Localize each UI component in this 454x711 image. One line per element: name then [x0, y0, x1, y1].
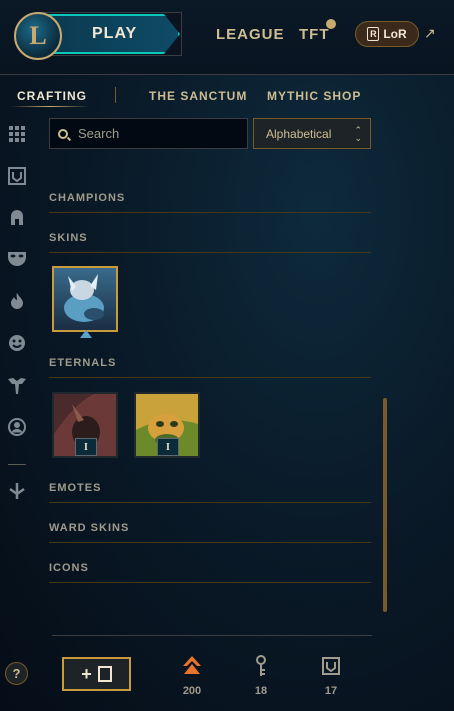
play-button[interactable]: PLAY — [46, 14, 180, 54]
grid-icon[interactable] — [6, 123, 28, 145]
external-link-icon[interactable]: ↗ — [424, 25, 436, 42]
section-champions[interactable]: CHAMPIONS — [49, 192, 371, 213]
add-chest-button[interactable]: + — [62, 657, 131, 691]
selected-marker-icon — [80, 330, 92, 338]
logo-letter: L — [29, 21, 47, 50]
dropdown-icon[interactable] — [6, 480, 28, 502]
lor-button[interactable]: R LoR — [355, 21, 419, 47]
tab-crafting[interactable]: CRAFTING — [17, 89, 87, 103]
section-icons[interactable]: ICONS — [49, 562, 371, 583]
notification-dot-icon — [326, 19, 336, 29]
sort-dropdown[interactable]: Alphabetical ⌃ ⌄ — [253, 118, 371, 149]
nav-league[interactable]: LEAGUE — [216, 26, 285, 43]
key-value: 18 — [254, 685, 268, 697]
orange-essence-icon — [172, 655, 212, 677]
skin-art — [54, 268, 116, 330]
lor-logo-icon: R — [367, 27, 380, 41]
tab-the-sanctum[interactable]: THE SANCTUM — [149, 89, 247, 103]
search-box[interactable] — [49, 118, 248, 149]
league-logo-icon[interactable]: L — [14, 12, 62, 60]
eternal-tile[interactable]: I — [52, 392, 118, 458]
sort-arrows-icon: ⌃ ⌄ — [354, 124, 362, 143]
search-input[interactable] — [76, 125, 240, 142]
profile-icon[interactable] — [6, 416, 28, 438]
play-button-label: PLAY — [92, 25, 138, 42]
lor-label: LoR — [383, 27, 407, 41]
section-eternals[interactable]: ETERNALS — [49, 357, 371, 378]
key-counter: 18 — [241, 655, 281, 697]
scrollbar[interactable] — [383, 398, 387, 612]
add-plus-label: + — [81, 663, 92, 684]
skin-tile[interactable] — [52, 266, 118, 332]
section-ward-skins[interactable]: WARD SKINS — [49, 522, 371, 543]
chest-icon — [97, 666, 112, 682]
eternal-badge: I — [157, 438, 179, 456]
search-icon — [58, 128, 68, 139]
orange-essence-value: 200 — [182, 685, 202, 697]
nav-tft[interactable]: TFT — [299, 26, 330, 43]
subnav-divider — [115, 87, 116, 103]
key-icon — [241, 655, 281, 677]
eternal-tile[interactable]: I — [134, 392, 200, 458]
section-emotes[interactable]: EMOTES — [49, 482, 371, 503]
orange-essence-counter: 200 — [172, 655, 212, 697]
footer-divider — [52, 635, 372, 636]
tab-active-underline — [10, 106, 90, 107]
sidebar-divider — [8, 464, 26, 465]
chest-icon[interactable] — [6, 165, 28, 187]
chest-value: 17 — [324, 685, 338, 697]
emote-icon[interactable] — [6, 332, 28, 354]
top-bar: PLAY L LEAGUE TFT R LoR ↗ — [0, 0, 454, 75]
helmet-icon[interactable] — [6, 206, 28, 228]
help-button[interactable]: ? — [5, 662, 28, 685]
eternal-badge: I — [75, 438, 97, 456]
chest-counter: 17 — [311, 655, 351, 697]
section-skins[interactable]: SKINS — [49, 232, 371, 253]
sort-value: Alphabetical — [266, 126, 332, 141]
ward-icon[interactable] — [6, 375, 28, 397]
mask-icon[interactable] — [6, 247, 28, 269]
chest-icon — [311, 655, 351, 677]
flame-icon[interactable] — [6, 290, 28, 312]
tab-mythic-shop[interactable]: MYTHIC SHOP — [267, 89, 361, 103]
